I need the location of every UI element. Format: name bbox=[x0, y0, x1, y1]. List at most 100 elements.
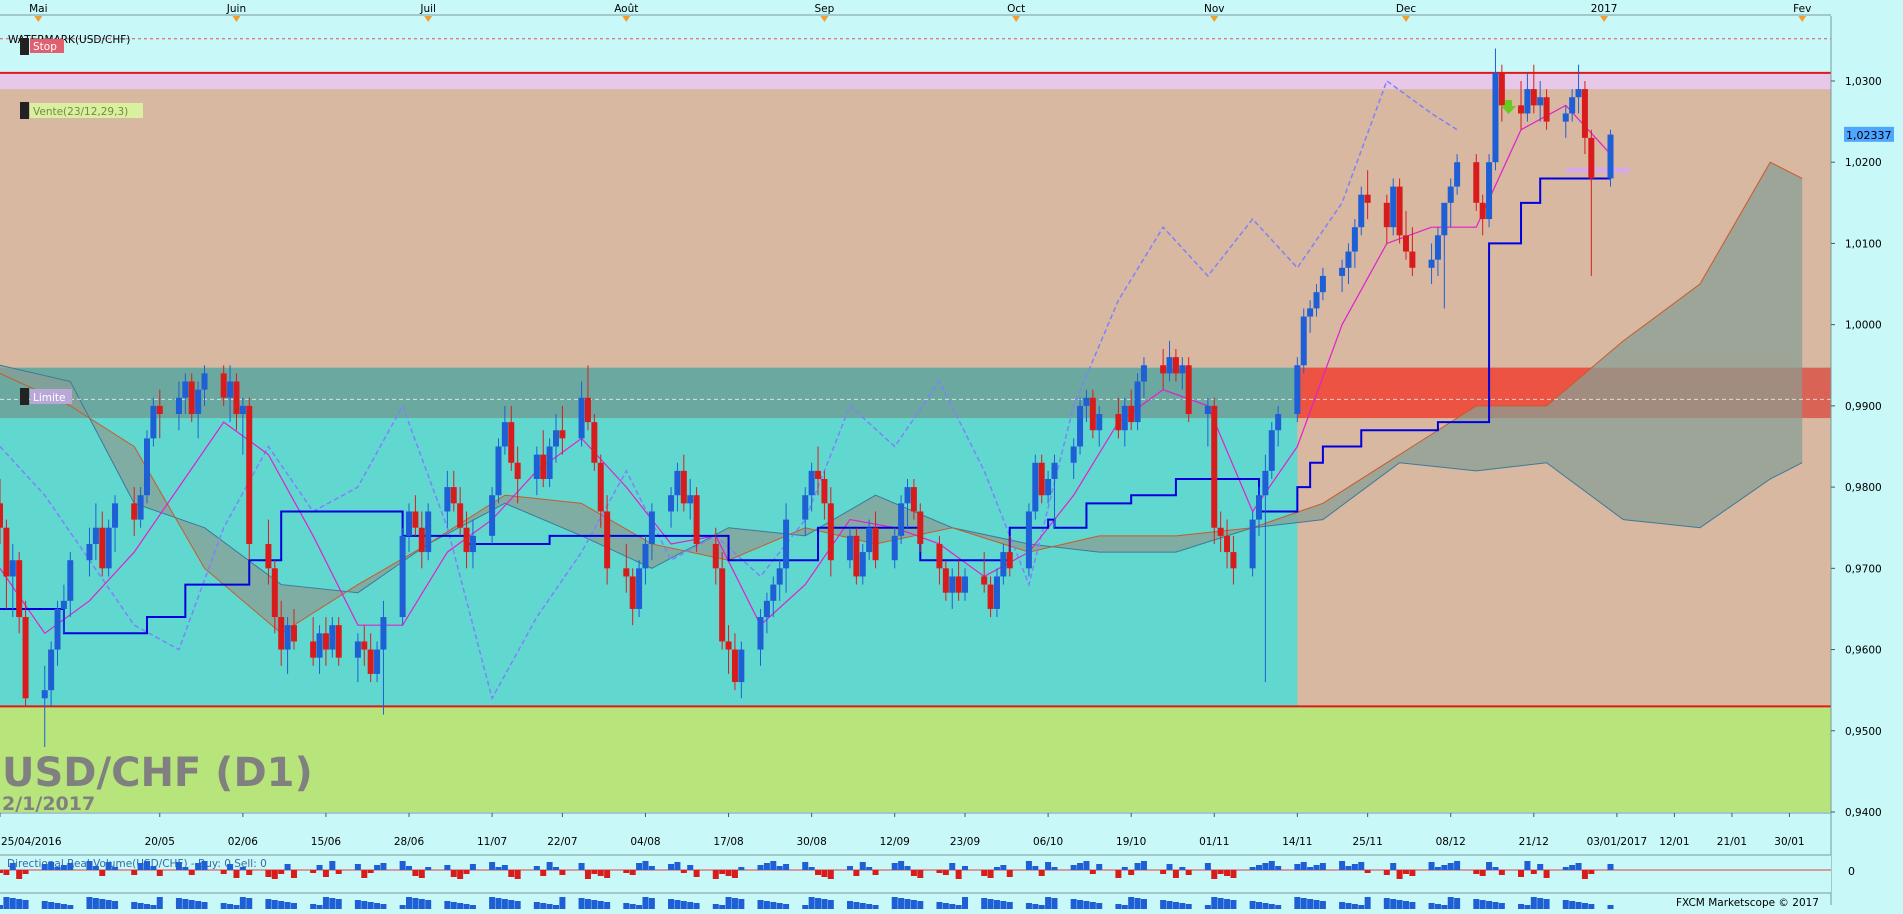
candle-body bbox=[648, 511, 655, 544]
volume-bar bbox=[1447, 863, 1454, 870]
candle-body bbox=[910, 487, 917, 512]
volume-bar bbox=[418, 870, 425, 878]
volume-bar-total bbox=[827, 900, 834, 909]
candle-body bbox=[335, 625, 342, 658]
candle-body bbox=[1313, 292, 1320, 309]
volume-bar-total bbox=[444, 901, 451, 909]
volume-bar bbox=[553, 867, 560, 870]
candle-body bbox=[1224, 535, 1231, 553]
volume-bar bbox=[41, 864, 48, 870]
candle-body bbox=[86, 543, 93, 561]
volume-bar-total bbox=[591, 900, 598, 909]
stop-order-tag[interactable]: Stop bbox=[20, 38, 64, 55]
candle-body bbox=[680, 470, 687, 504]
volume-bar bbox=[859, 862, 866, 870]
candle-body bbox=[1351, 227, 1358, 252]
volume-bar bbox=[808, 867, 815, 870]
candle-body bbox=[1498, 72, 1505, 106]
volume-bar-total bbox=[553, 905, 560, 909]
volume-bar bbox=[668, 864, 675, 870]
volume-bar-total bbox=[981, 898, 988, 909]
price-tick-label: 0,9500 bbox=[1845, 726, 1882, 738]
candle-body bbox=[936, 543, 943, 569]
candle-body bbox=[354, 641, 361, 658]
sell-order-handle[interactable] bbox=[20, 102, 29, 119]
candle-body bbox=[687, 495, 694, 504]
stop-order-handle[interactable] bbox=[20, 38, 29, 55]
month-label: Nov bbox=[1204, 3, 1225, 15]
volume-bar bbox=[1032, 866, 1039, 870]
candle-body bbox=[955, 576, 962, 593]
volume-bar bbox=[86, 861, 93, 870]
volume-bar bbox=[271, 870, 278, 879]
volume-bar bbox=[872, 870, 879, 875]
candle-body bbox=[1562, 113, 1569, 122]
candle-body bbox=[0, 503, 3, 528]
candle-body bbox=[112, 503, 119, 528]
volume-bar bbox=[770, 861, 777, 870]
volume-bar-total bbox=[1038, 905, 1045, 909]
volume-bar-total bbox=[1115, 904, 1122, 909]
volume-bar bbox=[239, 867, 246, 870]
volume-bar bbox=[1000, 865, 1007, 870]
candle-body bbox=[399, 535, 406, 618]
candle-body bbox=[1492, 72, 1499, 163]
volume-bar-total bbox=[1217, 898, 1224, 909]
volume-bar-total bbox=[131, 902, 138, 909]
volume-bar-total bbox=[418, 899, 425, 909]
volume-bar bbox=[1441, 865, 1448, 870]
volume-bar-total bbox=[1562, 900, 1569, 909]
candle-body bbox=[1524, 89, 1531, 114]
volume-bar-total bbox=[987, 899, 994, 909]
volume-bar bbox=[578, 863, 585, 870]
stop-order-label: Stop bbox=[33, 41, 57, 53]
limit-order-label: Limite bbox=[33, 392, 66, 404]
volume-bar-total bbox=[917, 901, 924, 909]
volume-bar bbox=[533, 866, 540, 870]
date-tick-label: 01/11 bbox=[1199, 836, 1229, 848]
candle-body bbox=[3, 527, 10, 577]
volume-bar-total bbox=[310, 904, 317, 909]
volume-bar-total bbox=[9, 898, 16, 909]
candle-body bbox=[310, 641, 317, 658]
limit-order-tag[interactable]: Limite bbox=[20, 388, 72, 405]
volume-bar bbox=[1473, 870, 1480, 874]
volume-bar-total bbox=[1006, 902, 1013, 909]
volume-bar-total bbox=[1185, 904, 1192, 909]
volume-bar bbox=[559, 870, 566, 875]
volume-bar-total bbox=[738, 899, 745, 909]
volume-bar-total bbox=[949, 904, 956, 909]
volume-bar-total bbox=[1518, 904, 1525, 909]
limit-order-handle[interactable] bbox=[20, 388, 29, 405]
volume-bar bbox=[942, 870, 949, 875]
candle-body bbox=[1115, 414, 1122, 431]
candle-body bbox=[866, 527, 873, 553]
candle-body bbox=[1569, 97, 1576, 114]
volume-bar-total bbox=[1307, 899, 1314, 909]
sell-band bbox=[0, 72, 1831, 90]
volume-bar bbox=[1607, 864, 1614, 870]
volume-bar-total bbox=[1428, 903, 1435, 909]
candle-body bbox=[1383, 202, 1390, 228]
candle-body bbox=[1275, 414, 1282, 431]
volume-bar bbox=[182, 867, 189, 870]
candle-body bbox=[597, 462, 604, 512]
volume-bar bbox=[910, 870, 917, 876]
candle-body bbox=[783, 519, 790, 569]
volume-bar-total bbox=[712, 904, 719, 909]
volume-bar-total bbox=[993, 900, 1000, 909]
volume-bar bbox=[227, 864, 234, 870]
candle-body bbox=[92, 527, 99, 544]
volume-bar-total bbox=[508, 900, 515, 909]
volume-bar-total bbox=[227, 904, 234, 909]
volume-bar-total bbox=[936, 902, 943, 909]
sell-order-tag[interactable]: Vente(23/12,29,3) bbox=[20, 102, 143, 119]
date-tick-label: 23/09 bbox=[950, 836, 980, 848]
volume-bar bbox=[757, 865, 764, 870]
candle-body bbox=[412, 511, 419, 528]
volume-bar-total bbox=[41, 901, 48, 909]
price-chart[interactable]: Mai Juin Juil Août Sep Oct Nov Dec 2017 Fev 1,030… bbox=[0, 0, 1903, 910]
volume-bar-total bbox=[1396, 900, 1403, 909]
volume-bar-total bbox=[1588, 904, 1595, 909]
volume-bar-total bbox=[1300, 898, 1307, 909]
